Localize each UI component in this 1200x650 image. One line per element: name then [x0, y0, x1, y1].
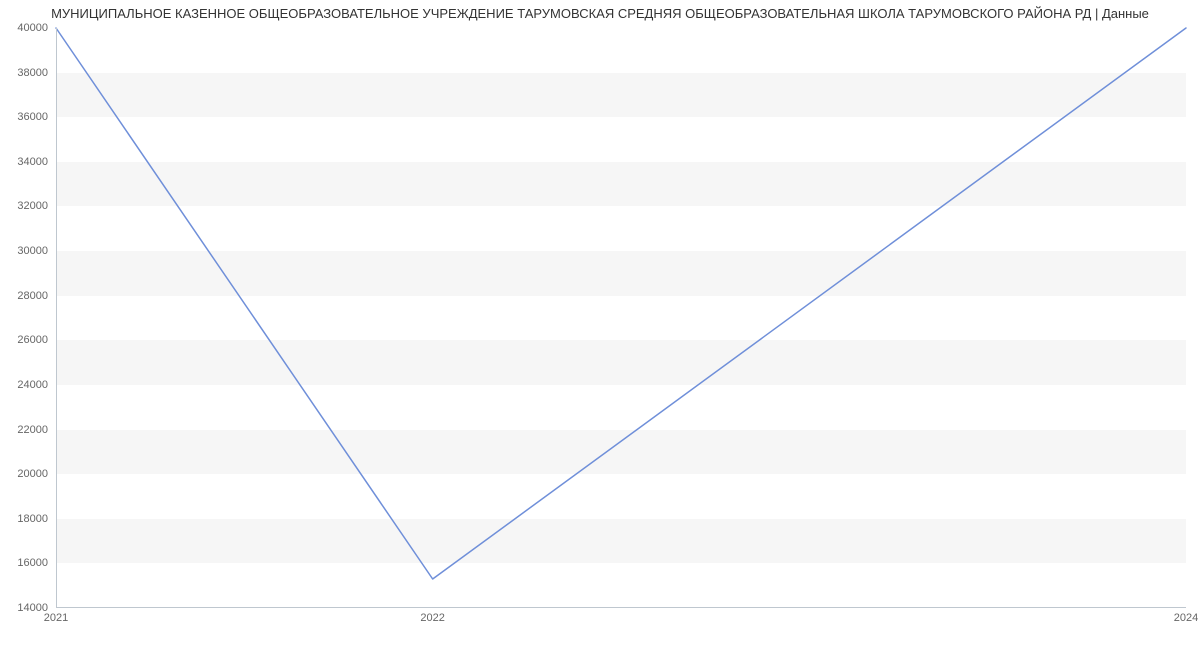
y-tick-label: 18000	[0, 513, 48, 525]
axis-x-line	[56, 607, 1186, 608]
y-tick-label: 14000	[0, 602, 48, 614]
y-tick-label: 40000	[0, 22, 48, 34]
y-tick-label: 26000	[0, 334, 48, 346]
y-tick-label: 24000	[0, 379, 48, 391]
y-tick-label: 20000	[0, 468, 48, 480]
x-tick-label: 2022	[420, 612, 444, 624]
y-tick-label: 16000	[0, 557, 48, 569]
chart-title: МУНИЦИПАЛЬНОЕ КАЗЕННОЕ ОБЩЕОБРАЗОВАТЕЛЬН…	[0, 6, 1200, 21]
y-tick-label: 32000	[0, 200, 48, 212]
x-tick-label: 2024	[1174, 612, 1198, 624]
y-tick-label: 34000	[0, 156, 48, 168]
chart-container: МУНИЦИПАЛЬНОЕ КАЗЕННОЕ ОБЩЕОБРАЗОВАТЕЛЬН…	[0, 0, 1200, 650]
y-tick-label: 28000	[0, 290, 48, 302]
x-tick-label: 2021	[44, 612, 68, 624]
y-tick-label: 36000	[0, 111, 48, 123]
series-line	[56, 28, 1186, 608]
y-tick-label: 30000	[0, 245, 48, 257]
y-tick-label: 22000	[0, 424, 48, 436]
axis-y-line	[56, 28, 57, 608]
plot-area	[56, 28, 1186, 608]
y-tick-label: 38000	[0, 67, 48, 79]
